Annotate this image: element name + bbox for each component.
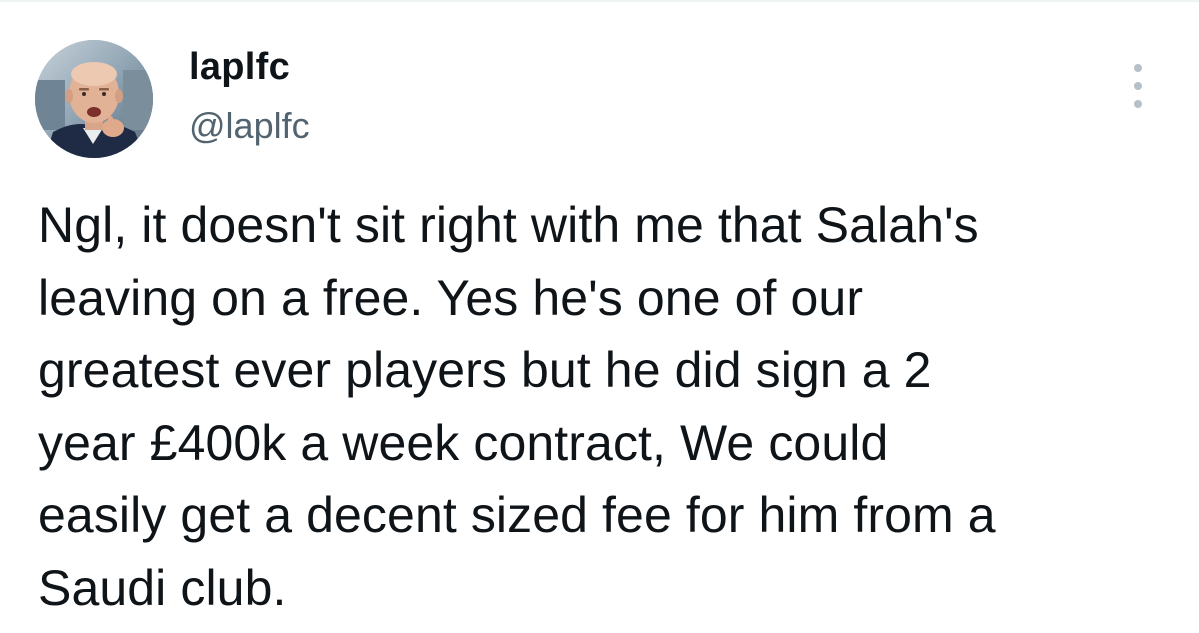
tweet-text-line: leaving on a free. Yes he's one of our <box>38 269 864 326</box>
tweet-text-line: Saudi club. <box>38 559 287 616</box>
top-divider <box>0 0 1199 2</box>
tweet-text-line: Ngl, it doesn't sit right with me that S… <box>38 197 979 253</box>
tweet-text: Ngl, it doesn't sit right with me that S… <box>38 189 1158 624</box>
more-options-vertical-icon <box>1134 64 1142 72</box>
more-options-dot <box>1134 100 1142 108</box>
tweet-text-line: greatest ever players but he did sign a … <box>38 342 932 398</box>
more-options-dot <box>1134 82 1142 90</box>
author-handle[interactable]: @laplfc <box>189 104 310 148</box>
tweet-text-line: easily get a decent sized fee for him fr… <box>38 487 996 543</box>
tweet-text-line: year £400k a week contract, We could <box>38 414 889 471</box>
author-display-name[interactable]: laplfc <box>189 44 290 90</box>
more-options-button[interactable] <box>1122 64 1154 108</box>
avatar[interactable] <box>35 40 153 158</box>
profile-photo-icon <box>35 40 153 158</box>
